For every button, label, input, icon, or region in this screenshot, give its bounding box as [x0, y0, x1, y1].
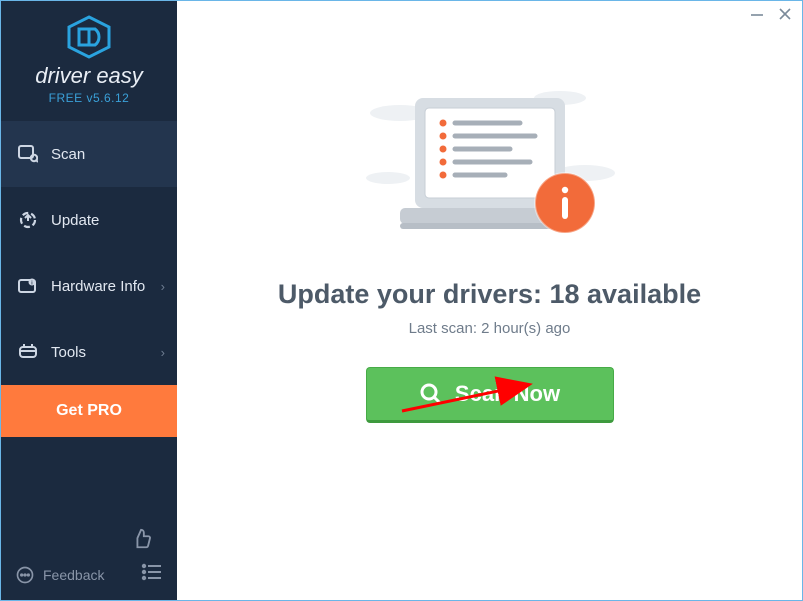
nav-label: Hardware Info — [51, 278, 145, 295]
window-controls — [750, 7, 792, 25]
app-window: driver easy FREE v5.6.12 Scan Update i — [1, 1, 802, 600]
nav-hardware-info[interactable]: i Hardware Info › — [1, 253, 177, 319]
headline-prefix: Update your drivers: — [278, 279, 550, 309]
hardware-info-icon: i — [17, 277, 39, 295]
headline-suffix: available — [580, 279, 702, 309]
chevron-right-icon: › — [161, 279, 165, 294]
version-label: FREE v5.6.12 — [1, 91, 177, 105]
sidebar: driver easy FREE v5.6.12 Scan Update i — [1, 1, 177, 600]
sidebar-spacer — [1, 437, 177, 520]
headline: Update your drivers: 18 available — [177, 279, 802, 310]
update-icon — [17, 210, 39, 230]
nav-update[interactable]: Update — [1, 187, 177, 253]
scan-now-button[interactable]: Scan Now — [366, 367, 614, 423]
close-button[interactable] — [778, 7, 792, 25]
nav-scan[interactable]: Scan — [1, 121, 177, 187]
get-pro-label: Get PRO — [56, 402, 122, 420]
nav: Scan Update i Hardware Info › Tools — [1, 121, 177, 385]
scan-now-label: Scan Now — [455, 381, 560, 407]
nav-tools[interactable]: Tools › — [1, 319, 177, 385]
thumbs-up-icon[interactable] — [131, 528, 153, 555]
nav-label: Update — [51, 212, 99, 229]
laptop-illustration — [360, 73, 620, 253]
logo-icon — [65, 15, 113, 59]
last-scan-label: Last scan: 2 hour(s) ago — [177, 320, 802, 337]
menu-icon[interactable] — [141, 563, 163, 586]
feedback-button[interactable]: Feedback — [15, 565, 104, 585]
feedback-label: Feedback — [43, 567, 104, 583]
sidebar-bottom: Feedback — [1, 520, 177, 600]
tools-icon — [17, 343, 39, 361]
main-panel: Update your drivers: 18 available Last s… — [177, 1, 802, 600]
feedback-icon — [15, 565, 35, 585]
chevron-right-icon: › — [161, 345, 165, 360]
brand-name: driver easy — [1, 63, 177, 89]
minimize-button[interactable] — [750, 7, 764, 25]
nav-label: Scan — [51, 146, 85, 163]
logo-block: driver easy FREE v5.6.12 — [1, 1, 177, 115]
get-pro-button[interactable]: Get PRO — [1, 385, 177, 437]
available-count: 18 — [549, 279, 579, 309]
nav-label: Tools — [51, 344, 86, 361]
search-icon — [419, 382, 443, 406]
scan-icon — [17, 145, 39, 163]
